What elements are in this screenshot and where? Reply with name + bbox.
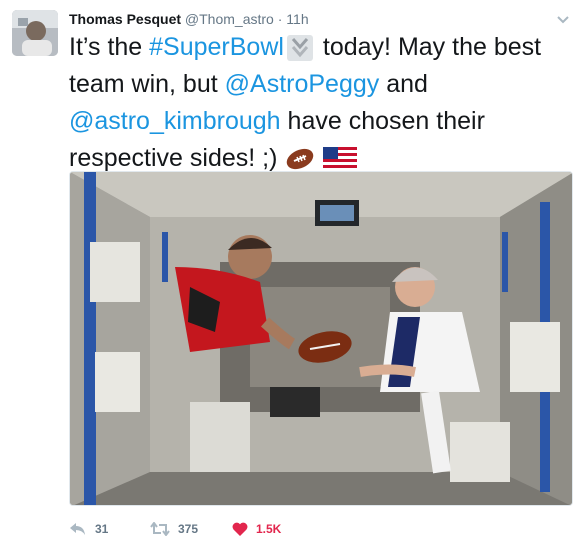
tweet-header: Thomas Pesquet @Thom_astro · 11h: [69, 10, 309, 28]
tweet-text-part: It’s the: [69, 33, 150, 61]
us-flag-emoji: [323, 147, 358, 172]
astronauts-with-football-photo: [70, 172, 572, 505]
like-button[interactable]: 1.5K: [232, 519, 281, 539]
superbowl-trophy-icon: [286, 35, 313, 62]
header-separator: ·: [277, 11, 283, 27]
tweet-card[interactable]: Thomas Pesquet @Thom_astro · 11h It’s th…: [0, 0, 583, 538]
chevron-down-icon[interactable]: [556, 12, 570, 26]
retweet-icon: [150, 522, 170, 536]
mention-link-astropeggy[interactable]: @AstroPeggy: [225, 70, 380, 98]
author-name[interactable]: Thomas Pesquet: [69, 11, 181, 27]
heart-icon: [232, 522, 248, 536]
reply-icon: [70, 523, 85, 535]
tweet-text-part: and: [379, 70, 428, 98]
mention-link-astro-kimbrough[interactable]: @astro_kimbrough: [69, 107, 281, 135]
football-emoji: [287, 149, 314, 170]
tweet-text: It’s the #SuperBowl today! May the best …: [69, 29, 574, 177]
tweet-time[interactable]: 11h: [286, 11, 308, 27]
reply-button[interactable]: 31: [69, 519, 108, 539]
tweet-photo[interactable]: [69, 171, 573, 506]
like-count: 1.5K: [256, 522, 282, 536]
avatar[interactable]: [12, 10, 58, 56]
hashtag-link[interactable]: #SuperBowl: [149, 33, 284, 61]
retweet-count: 375: [178, 522, 199, 536]
retweet-button[interactable]: 375: [150, 519, 198, 539]
reply-count: 31: [95, 522, 109, 536]
author-handle[interactable]: @Thom_astro: [185, 11, 274, 27]
